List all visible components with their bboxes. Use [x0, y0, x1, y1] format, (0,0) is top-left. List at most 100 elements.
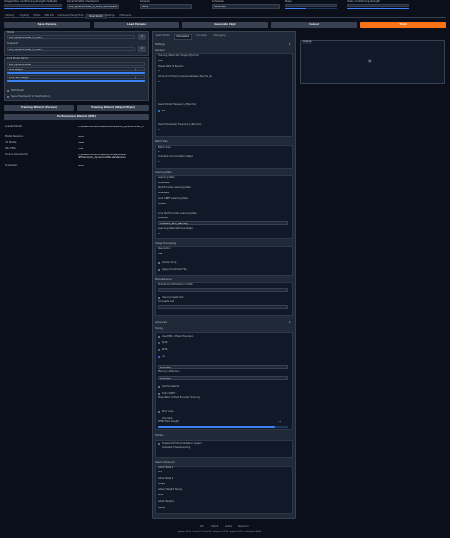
cancel-button[interactable]: Cancel: [271, 22, 357, 28]
snapshot-select[interactable]: sdv_dynamicrafter_xl_1024: [7, 47, 135, 51]
info-value-loaded-model: C:\stable-diffusion-webui\models\sdv_dyn…: [78, 126, 144, 128]
footer-link-github[interactable]: Github: [211, 525, 218, 529]
train-unet-checkbox[interactable]: [158, 393, 161, 396]
tab-debugging[interactable]: Debugging: [212, 34, 227, 38]
memory-attention-label: Memory Attention: [158, 370, 180, 373]
lr-scheduler-select[interactable]: constant_with_warmup: [158, 221, 288, 225]
image-icon: ▣: [368, 58, 372, 63]
collapse-icon[interactable]: ▾: [289, 43, 290, 46]
video-strength-input[interactable]: [347, 4, 409, 7]
tab-parameters[interactable]: Parameters: [174, 34, 192, 40]
video-strength-slider[interactable]: [347, 7, 409, 10]
save-weights-label: Save Model Frequency (Epochs): [158, 103, 197, 106]
lora-model-select[interactable]: sdv_dynamicrafter: [7, 62, 145, 66]
footer-link-gradio[interactable]: Gradio: [225, 525, 232, 529]
batch-size-value: 1: [158, 151, 160, 153]
save-params-button[interactable]: Save Params: [4, 22, 90, 28]
horizontal-flip-checkbox[interactable]: [158, 269, 161, 272]
tab-dreambooth[interactable]: DreamBooth: [86, 14, 106, 20]
cache-latents-checkbox[interactable]: [158, 386, 161, 389]
warmup-value: 0: [158, 233, 160, 235]
lr-label: Learning Rate: [158, 176, 175, 179]
tab-train[interactable]: Train: [77, 14, 85, 18]
footer-version: python: 3.10.6 • torch: 2.0.1+cu118 • xf…: [178, 531, 263, 533]
training-wizard-object-button[interactable]: Training Wizard (Object/Style): [77, 105, 149, 111]
hidden-label: Hidden: [155, 434, 164, 437]
performance-wizard-button[interactable]: Performance Wizard (WIP): [4, 114, 149, 120]
tab-extras[interactable]: Extras: [32, 14, 42, 18]
warmup-label: Learning Rate Warmup Steps: [158, 227, 193, 230]
save-checkpoint-checkbox[interactable]: [7, 96, 10, 99]
model-select[interactable]: sdv_dynamicrafter_xl_1024: [7, 35, 135, 39]
gradient-checkpoint-label: Gradient Checkpointing: [162, 446, 191, 449]
scheduler-select[interactable]: Automatic: [212, 4, 280, 9]
tab-png-info[interactable]: PNG Info: [43, 14, 56, 18]
mixed-precision-label: Use EMA / Mixed Precision: [162, 335, 194, 338]
advanced-collapse-icon[interactable]: ▾: [289, 321, 290, 324]
save-weights-value: 25: [162, 110, 166, 112]
tab-txt2img[interactable]: txt2img: [4, 14, 16, 18]
adam-beta1-label: Adam Beta 1: [158, 466, 174, 469]
cache-latents-label: Cache Latents: [162, 385, 180, 388]
adam-beta2-label: Adam Beta 2: [158, 477, 174, 480]
save-preview-value: 5: [158, 129, 160, 131]
memory-attention-select[interactable]: xformers: [158, 365, 288, 369]
memory-attention-mode[interactable]: xformers: [158, 376, 288, 380]
tab-extensions[interactable]: Extensions: [118, 14, 133, 18]
footer-link-api[interactable]: API: [200, 525, 203, 529]
info-value-v2: False: [78, 142, 85, 144]
footer-link-reload[interactable]: Reload UI: [238, 525, 248, 529]
advanced-label: Advanced: [155, 321, 167, 324]
output-label: Output: [302, 40, 313, 44]
lr-scheduler-value: constant_with_warmup: [160, 222, 188, 225]
info-value-revision: 3000: [78, 136, 85, 138]
train-button[interactable]: Train: [360, 22, 446, 28]
lora-weight-field[interactable]: Lora Weight 1: [7, 67, 145, 71]
training-wizard-person-button[interactable]: Training Wizard (Person): [4, 105, 74, 111]
lora-section-label: Lora Model Name: [7, 57, 28, 60]
output-panel: [300, 40, 445, 84]
adam-weight-decay-label: Adam Weight Decay: [158, 488, 183, 491]
lora-text-value: 0.00005: [158, 217, 168, 219]
use-ema-checkbox[interactable]: [158, 336, 161, 339]
adam-epsilon-label: Adam Epsilon: [158, 500, 175, 503]
steps-input[interactable]: [285, 4, 337, 7]
info-label-loaded-model: Loaded Model:: [5, 125, 23, 128]
mp-fp16-label: fp16: [162, 341, 168, 344]
load-params-button[interactable]: Load Params: [94, 22, 179, 28]
tab-settings[interactable]: Settings: [104, 14, 116, 18]
lora-weight-slider[interactable]: [7, 72, 145, 74]
checkpoint-select[interactable]: sdv_dynamicrafter_xl_1024_fp16.safetenso…: [67, 4, 119, 9]
save-preview-label: Save Preview(s) Frequency (Epochs): [158, 123, 202, 126]
half-model-checkbox[interactable]: [7, 90, 10, 93]
lora-text-weight-field[interactable]: Lora Text Weight 1: [7, 75, 145, 79]
prior-loss-checkbox[interactable]: [158, 411, 161, 414]
info-value-ema: True: [78, 148, 84, 150]
pretrained-vae-input[interactable]: [158, 288, 288, 292]
steps-slider[interactable]: [285, 7, 337, 10]
use-concepts-checkbox[interactable]: [158, 297, 161, 300]
train-steps-label: Training Steps Per Image (Epochs): [158, 54, 199, 57]
lora-text-weight-slider[interactable]: [7, 80, 145, 82]
tenc-slider[interactable]: [158, 426, 288, 428]
info-label-source: Source Checkpoint:: [5, 153, 29, 156]
center-crop-checkbox[interactable]: [158, 262, 161, 265]
tab-select-model[interactable]: Select Model: [154, 34, 171, 38]
concepts-path-label: Concepts List: [158, 300, 175, 303]
center-crop-label: Center Crop: [162, 261, 177, 264]
sampler-value: None: [142, 6, 149, 8]
top-slider-0[interactable]: [4, 7, 62, 10]
generate-ckpt-button[interactable]: Generate Ckpt: [182, 22, 268, 28]
tenc-label: TENC Max Length: [158, 420, 180, 423]
refresh-icon[interactable]: ⟳: [138, 34, 146, 40]
top-control-0[interactable]: [4, 4, 62, 7]
tab-concepts[interactable]: Concepts: [195, 34, 208, 38]
checkpoint-value: sdv_dynamicrafter_xl_1024_fp16.safetenso…: [69, 6, 117, 8]
adam-beta2-value: 0.999: [158, 483, 165, 485]
refresh-snapshot-icon[interactable]: ⟳: [138, 46, 146, 52]
freeze-clip-checkbox[interactable]: [158, 443, 161, 446]
batch-size-label: Batch Size: [158, 146, 171, 149]
sampler-select[interactable]: None: [140, 4, 192, 9]
concepts-path-input[interactable]: [158, 305, 288, 309]
tab-img2img[interactable]: img2img: [18, 14, 31, 18]
